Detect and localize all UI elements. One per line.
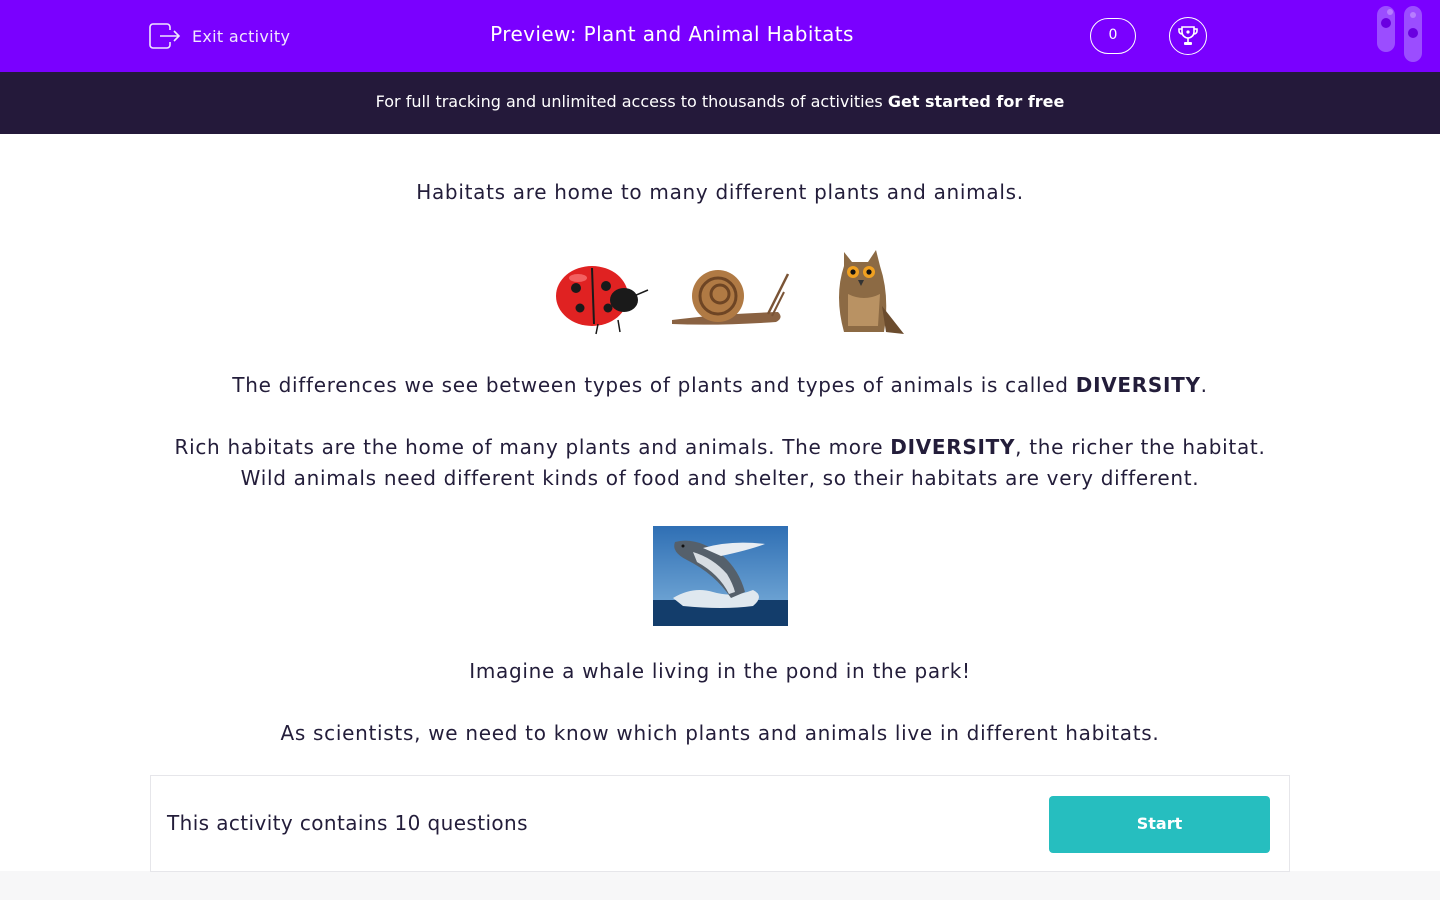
exit-activity-label: Exit activity	[192, 26, 291, 46]
diversity-text: The differences we see between types of …	[150, 370, 1290, 401]
exit-activity-button[interactable]: Exit activity	[148, 20, 290, 52]
page-title: Preview: Plant and Animal Habitats	[490, 22, 854, 46]
rich-habitats-text: Rich habitats are the home of many plant…	[150, 432, 1290, 494]
get-started-link[interactable]: Get started for free	[888, 92, 1065, 111]
intro-text: Habitats are home to many different plan…	[416, 180, 1024, 204]
whale-text: Imagine a whale living in the pond in th…	[469, 659, 971, 683]
exit-icon	[149, 23, 181, 49]
owl-icon	[839, 250, 904, 334]
promo-banner: For full tracking and unlimited access t…	[0, 72, 1440, 134]
score-badge: 0	[1090, 18, 1136, 54]
diversity-post: .	[1200, 373, 1208, 397]
activity-content: Habitats are home to many different plan…	[0, 134, 1440, 871]
activity-footer: This activity contains 10 questions Star…	[150, 775, 1290, 872]
animals-image	[556, 250, 904, 335]
question-count-text: This activity contains 10 questions	[167, 811, 528, 835]
rich-pre: Rich habitats are the home of many plant…	[174, 435, 891, 459]
banner-text: For full tracking and unlimited access t…	[375, 92, 883, 111]
start-button[interactable]: Start	[1049, 796, 1270, 853]
diversity-pre: The differences we see between types of …	[232, 373, 1076, 397]
top-bar: Exit activity Preview: Plant and Animal …	[0, 0, 1440, 72]
logo-icon	[1377, 6, 1422, 62]
scientists-text: As scientists, we need to know which pla…	[280, 721, 1160, 745]
trophy-button[interactable]	[1169, 17, 1207, 55]
ladybird-icon	[556, 266, 649, 335]
diversity-word: DIVERSITY	[1075, 373, 1201, 397]
snail-icon	[672, 270, 790, 325]
trophy-icon	[1178, 26, 1198, 45]
rich-diversity-word: DIVERSITY	[890, 435, 1016, 459]
whale-image	[653, 526, 788, 626]
